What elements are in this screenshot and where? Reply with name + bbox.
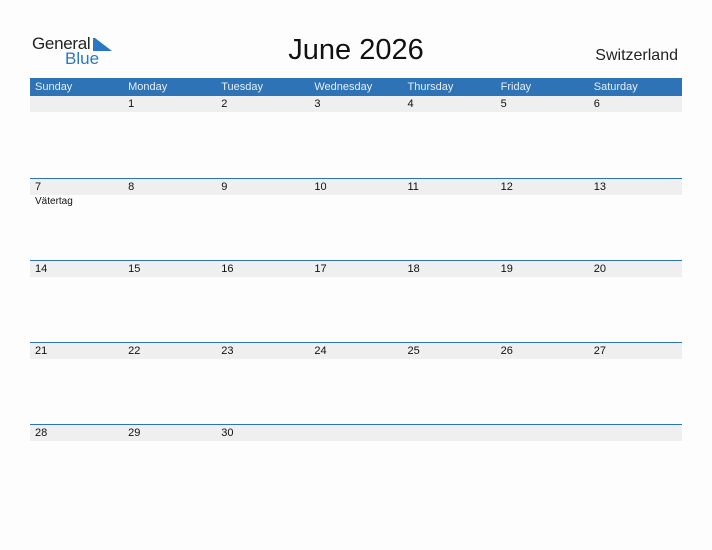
event-row [30,359,682,360]
day-number-row: 7 8 9 10 11 12 13 [30,179,682,195]
event-row [30,112,682,113]
day-number: 23 [221,345,234,357]
weekday-monday: Monday [128,81,168,93]
day-number: 26 [500,345,513,357]
day-event [309,195,402,207]
day-number: 27 [593,345,606,357]
day-number: 5 [500,98,507,110]
day-number-row: 14 15 16 17 18 19 20 [30,261,682,277]
day-number: 1 [128,98,135,110]
day-number: 6 [593,98,600,110]
day-number: 29 [128,427,141,439]
day-event [589,359,682,360]
day-event [30,112,123,113]
weekday-sunday: Sunday [35,81,73,93]
day-number-row: 21 22 23 24 25 26 27 [30,343,682,359]
day-number: 30 [221,427,234,439]
day-event [589,441,682,442]
day-event [123,359,216,360]
day-event [589,112,682,113]
day-number: 4 [407,98,414,110]
day-event [403,359,496,360]
country-label: Switzerland [595,47,678,64]
week-row: 14 15 16 17 18 19 20 [30,260,682,342]
calendar-grid: Sunday Monday Tuesday Wednesday Thursday Frid… [30,78,682,506]
day-event [216,441,309,442]
day-number: 21 [35,345,48,357]
day-number: 7 [35,181,42,193]
day-number: 15 [128,263,141,275]
day-event [496,112,589,113]
day-event [403,195,496,207]
day-event: Vätertag [35,196,73,207]
day-event [30,441,123,442]
week-row: 1 2 3 4 5 6 [30,96,682,178]
day-number [30,96,123,112]
weekday-friday: Friday [500,81,532,93]
day-event [123,195,216,207]
week-row: 7 8 9 10 11 12 13 Vätertag [30,178,682,260]
day-event [403,277,496,278]
day-number: 10 [314,181,327,193]
day-number: 2 [221,98,228,110]
day-number: 8 [128,181,135,193]
day-event [589,195,682,207]
event-row [30,277,682,278]
day-event [589,277,682,278]
day-number: 22 [128,345,141,357]
weekday-saturday: Saturday [593,81,638,93]
day-number [309,425,402,441]
day-event [309,112,402,113]
day-number: 18 [407,263,420,275]
day-number: 20 [593,263,606,275]
day-number: 11 [407,181,419,193]
day-number-row: 1 2 3 4 5 6 [30,96,682,112]
event-row: Vätertag [30,195,682,207]
weekday-thursday: Thursday [407,81,454,93]
day-event [496,359,589,360]
day-number: 14 [35,263,48,275]
day-event [123,277,216,278]
day-event [496,441,589,442]
day-event [309,277,402,278]
day-number [496,425,589,441]
day-number: 25 [407,345,420,357]
week-row: 21 22 23 24 25 26 27 [30,342,682,424]
day-number [403,425,496,441]
day-number: 16 [221,263,234,275]
day-number: 9 [221,181,228,193]
day-event [30,277,123,278]
day-number: 13 [593,181,606,193]
day-number: 17 [314,263,327,275]
day-number: 28 [35,427,48,439]
weekday-wednesday: Wednesday [314,81,373,93]
day-event [30,359,123,360]
day-event [216,112,309,113]
day-number: 19 [500,263,513,275]
day-event [216,277,309,278]
day-number [589,425,682,441]
weekday-tuesday: Tuesday [221,81,264,93]
day-event [216,359,309,360]
day-event [123,112,216,113]
day-event [496,277,589,278]
event-row [30,441,682,442]
day-event [309,359,402,360]
day-event [496,195,589,207]
day-event [123,441,216,442]
day-event [403,112,496,113]
day-event [309,441,402,442]
day-number-row: 28 29 30 [30,425,682,441]
day-event [403,441,496,442]
day-event [216,195,309,207]
day-number: 3 [314,98,321,110]
day-number: 24 [314,345,327,357]
day-number: 12 [500,181,513,193]
week-row: 28 29 30 [30,424,682,506]
weekday-header: Sunday Monday Tuesday Wednesday Thursday Frid… [30,78,682,96]
